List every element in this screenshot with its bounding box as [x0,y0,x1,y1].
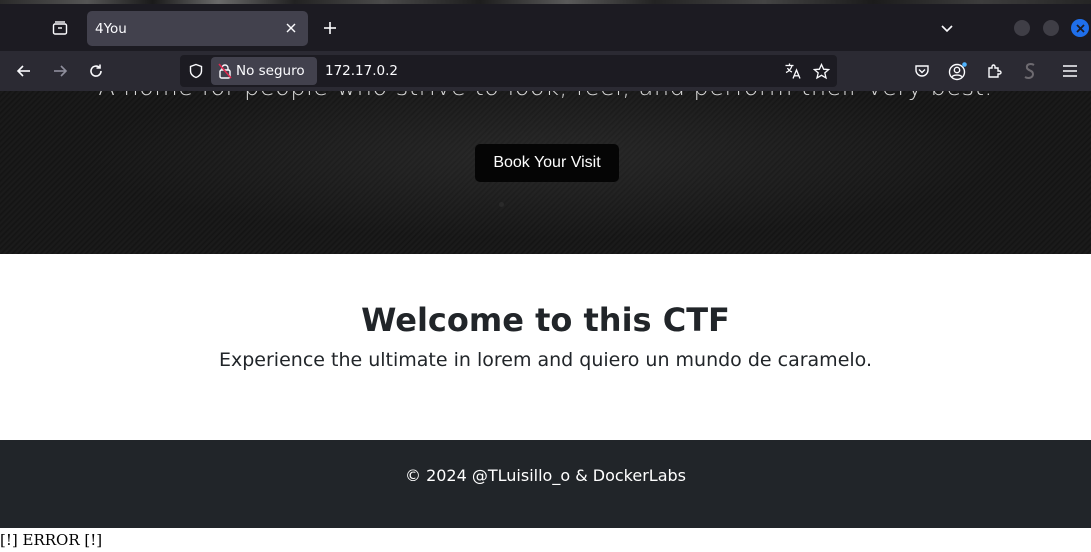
tab-close-button[interactable] [280,17,302,39]
minimize-window-button[interactable] [1014,20,1030,36]
pocket-button[interactable] [908,57,936,85]
plus-icon [324,22,336,34]
browser-tab[interactable]: 4You [87,11,308,46]
page-footer: © 2024 @TLuisillo_o & DockerLabs [0,440,1091,528]
hero-tagline: A home for people who strive to look, fe… [0,91,1091,101]
reload-button[interactable] [82,57,110,85]
welcome-title: Welcome to this CTF [361,301,730,339]
new-tab-button[interactable] [316,14,344,42]
back-button[interactable] [10,57,38,85]
translate-button[interactable] [781,59,805,83]
shield-icon [189,63,203,79]
book-visit-button[interactable]: Book Your Visit [475,144,619,182]
forward-button[interactable] [46,57,74,85]
window-top-edge [0,0,1091,4]
address-bar[interactable]: No seguro 172.17.0.2 [180,55,837,87]
welcome-section: Welcome to this CTF Experience the ultim… [0,254,1091,440]
close-icon [1075,23,1085,33]
account-button[interactable] [944,57,972,85]
application-menu-button[interactable] [1056,57,1084,85]
account-icon [948,62,967,81]
hero-decorative-dot [499,202,504,207]
site-security-indicator[interactable]: No seguro [211,57,317,85]
tab-list-button[interactable] [46,14,74,42]
forward-arrow-icon [54,65,68,77]
footer-copyright: © 2024 @TLuisillo_o & DockerLabs [404,466,686,485]
reload-icon [90,64,102,77]
welcome-subtitle: Experience the ultimate in lorem and qui… [219,349,872,371]
close-window-button[interactable] [1071,19,1089,37]
error-message: [!] ERROR [!] [0,531,103,549]
back-arrow-icon [16,65,30,77]
tracking-protection-button[interactable] [186,61,206,81]
close-icon [286,23,296,33]
tab-list-icon [52,21,68,35]
extensions-icon [988,64,1002,78]
maximize-window-button[interactable] [1043,20,1059,36]
translate-icon [785,63,801,79]
list-all-tabs-button[interactable] [933,14,961,42]
extensions-button[interactable] [980,57,1008,85]
extension-s-button[interactable] [1016,57,1044,85]
bookmark-button[interactable] [809,59,833,83]
browser-tab-strip: 4You [0,0,1091,51]
hamburger-menu-icon [1063,65,1077,77]
url-text[interactable]: 172.17.0.2 [325,55,398,87]
navigation-toolbar: No seguro 172.17.0.2 [0,51,1091,91]
tab-title: 4You [95,20,127,37]
extension-s-icon [1024,63,1035,79]
lock-slash-icon [218,63,232,79]
chevron-down-icon [941,25,953,33]
star-icon [812,62,830,79]
pocket-icon [915,65,929,77]
security-label: No seguro [236,63,305,79]
hero-section: A home for people who strive to look, fe… [0,91,1091,254]
